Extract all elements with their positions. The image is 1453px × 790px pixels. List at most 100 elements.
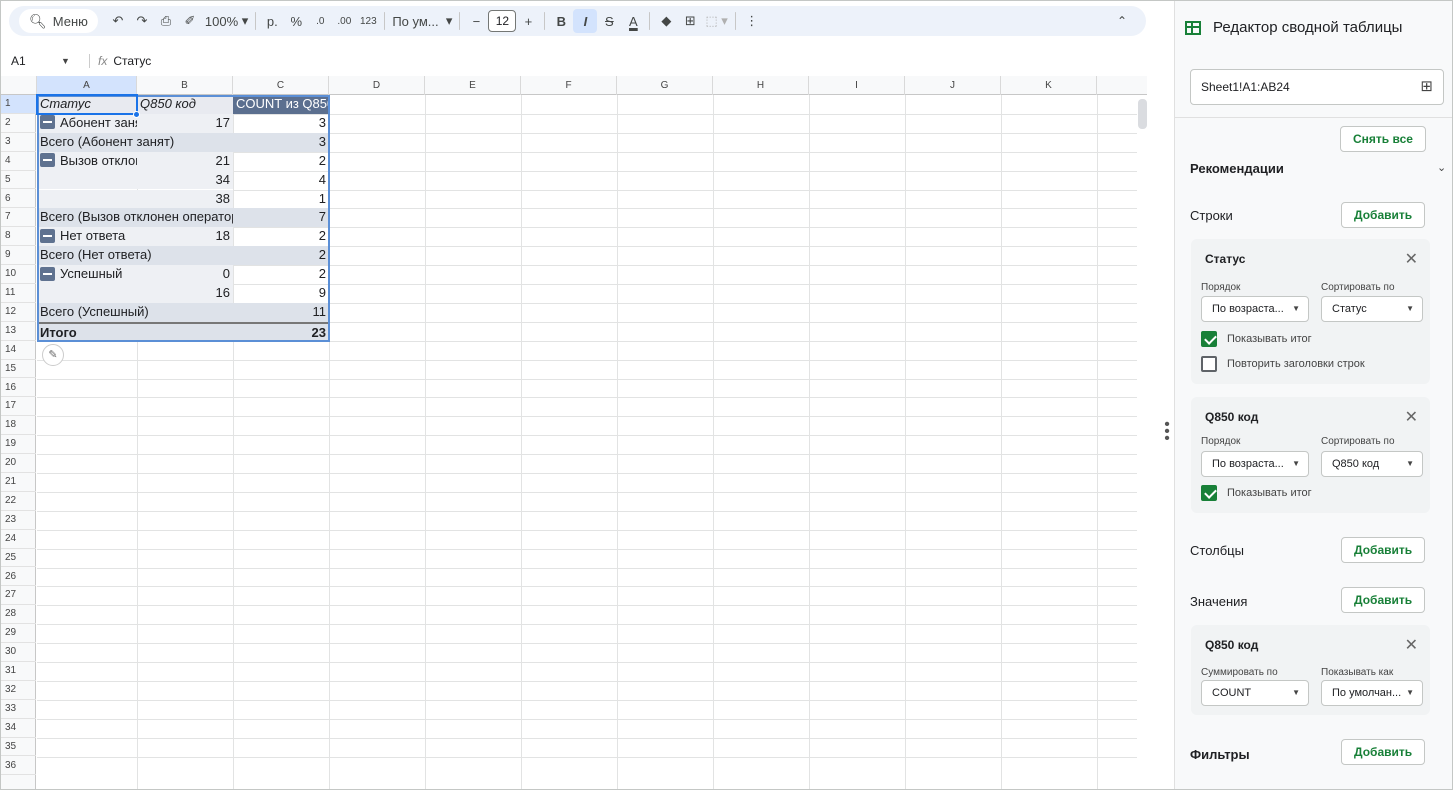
font-size-decrease-icon[interactable]: −: [464, 9, 488, 33]
row-header[interactable]: 9: [1, 246, 36, 266]
row-header[interactable]: 2: [1, 114, 36, 133]
row-header[interactable]: 6: [1, 190, 36, 209]
row-header[interactable]: 15: [1, 360, 36, 379]
fill-handle[interactable]: [133, 111, 140, 118]
collapse-toolbar-icon[interactable]: ⌃: [1110, 9, 1134, 33]
panel-resize-handle-icon[interactable]: • • •: [1163, 417, 1171, 447]
pivot-cell[interactable]: 9: [233, 284, 329, 303]
collapse-group-icon[interactable]: [40, 153, 55, 168]
pivot-cell[interactable]: 38: [137, 189, 233, 209]
pivot-header-count[interactable]: COUNT из Q850 код: [233, 95, 329, 114]
pivot-cell[interactable]: 17: [137, 113, 233, 133]
selected-cell-a1[interactable]: [36, 94, 138, 115]
row-header[interactable]: 26: [1, 568, 36, 587]
cell-area[interactable]: Статус Q850 код COUNT из Q850 код Абонен…: [36, 94, 1137, 789]
strikethrough-button[interactable]: S: [597, 9, 621, 33]
row-header[interactable]: 30: [1, 643, 36, 662]
percent-format-button[interactable]: %: [284, 9, 308, 33]
pivot-row-label[interactable]: [37, 170, 137, 190]
grid-select-icon[interactable]: ⊞: [1420, 70, 1433, 104]
column-header[interactable]: B: [137, 76, 233, 95]
column-header[interactable]: J: [905, 76, 1001, 95]
row-header[interactable]: 18: [1, 416, 36, 436]
chevron-down-icon[interactable]: ⌄: [1437, 161, 1446, 174]
row-header[interactable]: 21: [1, 473, 36, 492]
checkbox-unchecked-icon[interactable]: [1201, 356, 1217, 372]
select-all-corner[interactable]: [1, 76, 37, 95]
pivot-row-label[interactable]: Успешный: [37, 265, 137, 284]
summarize-by-select[interactable]: COUNT ▼: [1201, 680, 1309, 706]
more-options-icon[interactable]: ⋮: [740, 9, 764, 33]
redo-icon[interactable]: ↷: [130, 9, 154, 33]
column-header[interactable]: G: [617, 76, 713, 95]
pivot-cell[interactable]: 4: [233, 171, 329, 190]
column-header[interactable]: A: [37, 76, 137, 95]
pivot-cell[interactable]: 16: [137, 284, 233, 303]
column-header[interactable]: F: [521, 76, 617, 95]
row-header[interactable]: 32: [1, 681, 36, 700]
print-icon[interactable]: ⎙: [154, 9, 178, 33]
row-header[interactable]: 3: [1, 133, 36, 152]
order-select[interactable]: По возраста... ▼: [1201, 296, 1309, 322]
add-filters-button[interactable]: Добавить: [1341, 739, 1426, 765]
checkbox-checked-icon[interactable]: [1201, 485, 1217, 501]
column-header[interactable]: H: [713, 76, 809, 95]
font-size-input[interactable]: 12: [488, 10, 517, 32]
borders-icon[interactable]: ⊞: [678, 9, 702, 33]
pivot-cell[interactable]: 1: [233, 190, 329, 209]
row-header[interactable]: 34: [1, 719, 36, 738]
pivot-row-label[interactable]: [37, 284, 137, 303]
row-header[interactable]: 29: [1, 624, 36, 644]
column-header[interactable]: D: [329, 76, 425, 95]
sort-by-select[interactable]: Статус ▼: [1321, 296, 1423, 322]
row-header[interactable]: 20: [1, 454, 36, 473]
row-header[interactable]: 31: [1, 662, 36, 681]
chevron-down-icon[interactable]: ▼: [61, 56, 83, 66]
show-as-select[interactable]: По умолчан... ▼: [1321, 680, 1423, 706]
menu-search-button[interactable]: 🔍︎ Меню: [19, 9, 98, 33]
column-header[interactable]: I: [809, 76, 905, 95]
column-header[interactable]: K: [1001, 76, 1097, 95]
pivot-subtotal-value[interactable]: 3: [269, 132, 329, 152]
pivot-row-label[interactable]: Вызов отклонен оператором: [37, 151, 137, 171]
data-range-input[interactable]: Sheet1!A1:AB24 ⊞: [1190, 69, 1444, 105]
spreadsheet-grid[interactable]: A B C D E F G H I J K 1 2 3 4 5 6 7 8 9 …: [1, 76, 1147, 789]
undo-icon[interactable]: ↶: [106, 9, 130, 33]
text-color-button[interactable]: A: [621, 9, 645, 33]
add-values-button[interactable]: Добавить: [1341, 587, 1426, 613]
column-header[interactable]: E: [425, 76, 521, 95]
close-icon[interactable]: ✕: [1405, 407, 1418, 427]
fill-color-icon[interactable]: ◆: [654, 9, 678, 33]
number-format-button[interactable]: 123: [356, 9, 380, 33]
row-header[interactable]: 19: [1, 435, 36, 455]
pivot-cell[interactable]: 34: [137, 170, 233, 190]
pivot-subtotal-label[interactable]: Всего (Успешный): [37, 302, 233, 322]
pivot-cell[interactable]: 3: [233, 114, 329, 133]
pivot-subtotal-label[interactable]: Всего (Вызов отклонен оператором): [37, 208, 233, 228]
collapse-group-icon[interactable]: [40, 266, 55, 281]
font-size-increase-icon[interactable]: +: [516, 9, 540, 33]
row-header[interactable]: 17: [1, 397, 36, 417]
repeat-row-headers-checkbox[interactable]: Повторить заголовки строк: [1201, 356, 1365, 372]
close-icon[interactable]: ✕: [1405, 249, 1418, 269]
row-header[interactable]: 35: [1, 738, 36, 757]
formula-input[interactable]: Статус: [113, 54, 151, 68]
pivot-row-label[interactable]: Абонент занят: [37, 113, 137, 133]
clear-all-button[interactable]: Снять все: [1340, 126, 1426, 152]
pivot-subtotal-value[interactable]: 7: [233, 208, 329, 228]
pivot-grand-total-label[interactable]: Итого: [37, 321, 233, 341]
row-header[interactable]: 10: [1, 265, 36, 284]
bold-button[interactable]: B: [549, 9, 573, 33]
add-rows-button[interactable]: Добавить: [1341, 202, 1426, 228]
row-header[interactable]: 4: [1, 152, 36, 171]
recommendations-label[interactable]: Рекомендации: [1190, 161, 1284, 176]
row-header[interactable]: 8: [1, 227, 36, 247]
row-header[interactable]: 33: [1, 700, 36, 719]
font-family-select[interactable]: По ум... ▾: [389, 9, 455, 33]
row-header[interactable]: 25: [1, 549, 36, 568]
pivot-subtotal-label[interactable]: Всего (Нет ответа): [37, 246, 233, 266]
row-header[interactable]: 14: [1, 341, 36, 360]
decrease-decimal-button[interactable]: .0: [308, 9, 332, 33]
row-header[interactable]: 11: [1, 284, 36, 303]
row-header[interactable]: 12: [1, 303, 36, 322]
